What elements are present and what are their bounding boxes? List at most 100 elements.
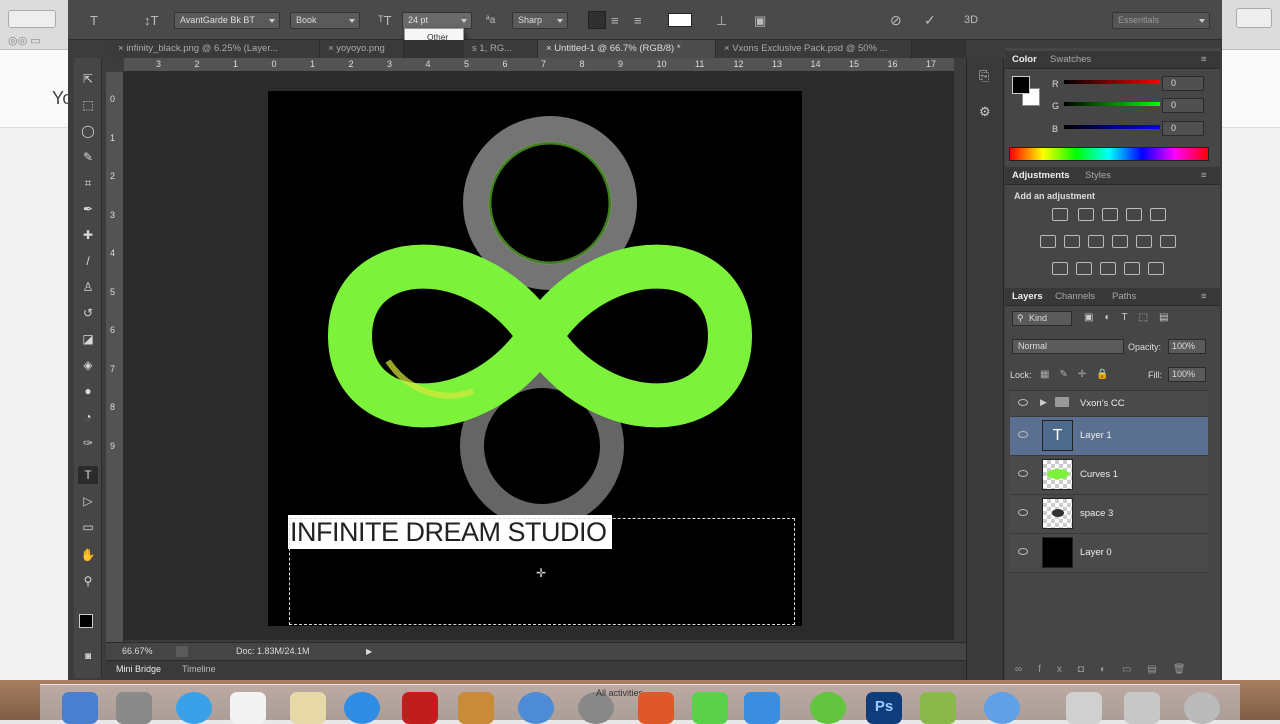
adjustment-icon[interactable] <box>1052 208 1068 221</box>
adjustment-icon[interactable] <box>1076 262 1092 275</box>
export-icon[interactable] <box>176 646 188 657</box>
blue-value-field[interactable]: 0 <box>1162 121 1204 136</box>
workspace-select[interactable]: Essentials <box>1112 12 1210 29</box>
quick-mask-icon[interactable]: ◙ <box>78 648 98 666</box>
color-spectrum-bar[interactable] <box>1009 147 1209 161</box>
foreground-color-swatch[interactable] <box>79 614 93 628</box>
visibility-eye-icon[interactable] <box>1018 399 1028 406</box>
opacity-field[interactable]: 100% <box>1168 339 1206 354</box>
visibility-eye-icon[interactable] <box>1018 470 1028 477</box>
eraser-tool-icon[interactable]: ◪ <box>78 330 98 348</box>
tab-vxons-pack[interactable]: × Vxons Exclusive Pack.psd @ 50% ... <box>716 40 912 58</box>
lock-icons[interactable]: ▦✎✛🔒 <box>1040 369 1119 380</box>
path-select-tool-icon[interactable]: ▷ <box>78 492 98 510</box>
move-tool-icon[interactable]: ⇱ <box>78 70 98 88</box>
word-dock-icon[interactable] <box>744 692 780 724</box>
layer-row-layer-1[interactable]: T Layer 1 <box>1010 417 1208 456</box>
hand-tool-icon[interactable]: ✋ <box>78 546 98 564</box>
tab-mini-bridge[interactable]: Mini Bridge <box>116 664 161 674</box>
green-value-field[interactable]: 0 <box>1162 98 1204 113</box>
tab-adjustments[interactable]: Adjustments <box>1012 170 1070 181</box>
crop-tool-icon[interactable]: ⌗ <box>78 174 98 192</box>
fill-field[interactable]: 100% <box>1168 367 1206 382</box>
warp-text-icon[interactable]: ⊥ <box>716 12 727 29</box>
lasso-tool-icon[interactable]: ◯ <box>78 122 98 140</box>
tab-channels[interactable]: Channels <box>1055 291 1095 302</box>
type-tool-preset-icon[interactable]: T <box>90 12 98 29</box>
text-orientation-icon[interactable]: ↕T <box>144 12 158 29</box>
color-foreground-swatch[interactable] <box>1012 76 1030 94</box>
red-value-field[interactable]: 0 <box>1162 76 1204 91</box>
adjustment-icon[interactable] <box>1148 262 1164 275</box>
panel-menu-icon[interactable]: ≡ <box>1201 291 1207 302</box>
font-style-select[interactable]: Book <box>290 12 360 29</box>
blend-mode-select[interactable]: Normal <box>1012 339 1124 354</box>
3d-button[interactable]: 3D <box>964 12 978 29</box>
layer-filter-icons[interactable]: ▣◐T⬚▤ <box>1084 312 1180 323</box>
red-slider[interactable] <box>1064 80 1160 84</box>
panel-menu-icon[interactable]: ≡ <box>1201 170 1207 181</box>
adjustment-icon[interactable] <box>1100 262 1116 275</box>
downloads-dock-icon[interactable] <box>1066 692 1102 724</box>
adjustment-icon[interactable] <box>1052 262 1068 275</box>
adjustment-icon[interactable] <box>1064 235 1080 248</box>
app-dock-icon[interactable] <box>984 692 1020 724</box>
browser-settings-button[interactable] <box>1236 8 1272 28</box>
tab-paths[interactable]: Paths <box>1112 291 1136 302</box>
iphoto-dock-icon[interactable] <box>458 692 494 724</box>
adjustment-icon[interactable] <box>1102 208 1118 221</box>
app-dock-icon[interactable] <box>638 692 674 724</box>
adjustment-icon[interactable] <box>1124 262 1140 275</box>
back-forward-buttons[interactable] <box>8 10 56 28</box>
commit-edit-icon[interactable]: ✓ <box>924 12 936 29</box>
visibility-eye-icon[interactable] <box>1018 431 1028 438</box>
safari-dock-icon[interactable] <box>176 692 212 724</box>
transform-center-icon[interactable]: ✛ <box>536 566 546 580</box>
tab-close-icon[interactable]: × <box>546 43 554 54</box>
green-slider[interactable] <box>1064 102 1160 106</box>
documents-dock-icon[interactable] <box>1124 692 1160 724</box>
healing-brush-tool-icon[interactable]: ✚ <box>78 226 98 244</box>
trash-dock-icon[interactable] <box>1184 692 1220 724</box>
calendar-dock-icon[interactable] <box>230 692 266 724</box>
photo-booth-dock-icon[interactable] <box>402 692 438 724</box>
font-size-select[interactable]: 24 pt <box>402 12 472 29</box>
align-left-icon[interactable] <box>588 11 606 29</box>
adjustment-icon[interactable] <box>1126 208 1142 221</box>
cancel-edit-icon[interactable]: ⊘ <box>890 12 902 29</box>
pen-tool-icon[interactable]: ✑ <box>78 434 98 452</box>
adjustment-icon[interactable] <box>1040 235 1056 248</box>
reading-list-icon[interactable]: ◎◎ ▭ <box>8 34 41 47</box>
visibility-eye-icon[interactable] <box>1018 509 1028 516</box>
type-tool-icon[interactable]: T <box>78 466 98 484</box>
app-dock-icon[interactable] <box>692 692 728 724</box>
tab-yoyoyo[interactable]: × yoyoyo.png <box>320 40 404 58</box>
tab-timeline[interactable]: Timeline <box>182 664 216 674</box>
eyedropper-tool-icon[interactable]: ✒ <box>78 200 98 218</box>
notes-dock-icon[interactable] <box>290 692 326 724</box>
tab-styles[interactable]: Styles <box>1085 170 1111 181</box>
app-store-dock-icon[interactable] <box>344 692 380 724</box>
document-canvas[interactable]: INFINITE DREAM STUDIO ✛ <box>268 91 802 626</box>
zoom-tool-icon[interactable]: ⚲ <box>78 572 98 590</box>
marquee-tool-icon[interactable]: ⬚ <box>78 96 98 114</box>
history-panel-icon[interactable]: ⎘ <box>979 68 989 84</box>
tab-layers[interactable]: Layers <box>1012 291 1043 302</box>
anti-alias-select[interactable]: Sharp <box>512 12 568 29</box>
clone-stamp-tool-icon[interactable]: ♙ <box>78 278 98 296</box>
adjustment-icon[interactable] <box>1136 235 1152 248</box>
status-menu-arrow-icon[interactable]: ▶ <box>366 643 372 660</box>
finder-dock-icon[interactable] <box>62 692 98 724</box>
visibility-eye-icon[interactable] <box>1018 548 1028 555</box>
tab-color[interactable]: Color <box>1012 54 1037 65</box>
align-center-icon[interactable]: ≡ <box>611 12 619 29</box>
app-dock-icon[interactable] <box>920 692 956 724</box>
font-family-select[interactable]: AvantGarde Bk BT <box>174 12 280 29</box>
tab-partial[interactable]: s 1, RG... <box>464 40 538 58</box>
tab-untitled-1[interactable]: × Untitled-1 @ 66.7% (RGB/8) * <box>538 40 716 58</box>
spotify-dock-icon[interactable] <box>810 692 846 724</box>
brush-tool-icon[interactable]: / <box>78 252 98 270</box>
zoom-level[interactable]: 66.67% <box>122 643 153 660</box>
adjustment-icon[interactable] <box>1078 208 1094 221</box>
layer-row-group[interactable]: ▶ Vxon's CC <box>1010 391 1208 417</box>
